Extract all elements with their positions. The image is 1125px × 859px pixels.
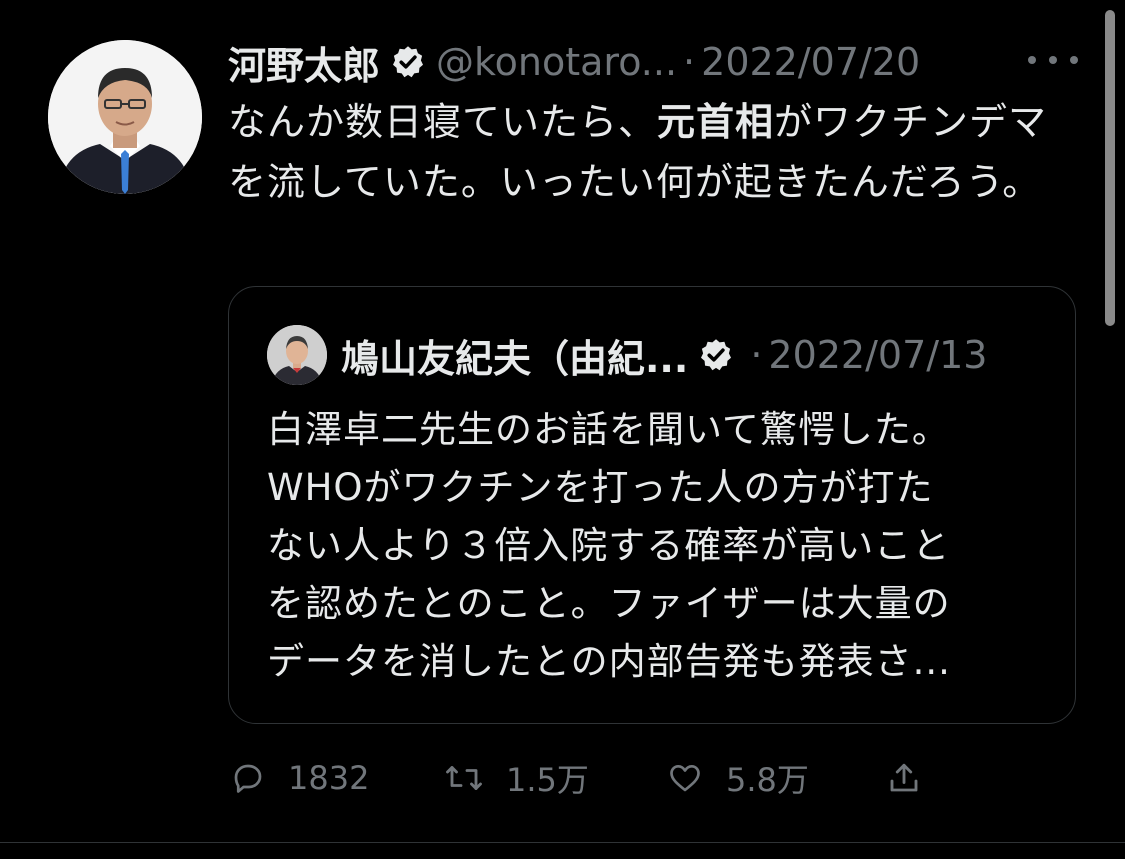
tweet-date[interactable]: 2022/07/20 bbox=[701, 40, 920, 84]
tweet-text-part1: なんか数日寝ていたら、 bbox=[228, 100, 658, 144]
quoted-separator: · bbox=[750, 333, 763, 377]
retweet-icon bbox=[446, 766, 482, 790]
scrollbar[interactable] bbox=[1105, 10, 1115, 326]
action-bar: 1832 1.5万 5.8万 bbox=[228, 750, 1008, 806]
reply-icon bbox=[234, 764, 262, 793]
retweet-count: 1.5万 bbox=[506, 761, 589, 799]
quoted-author-avatar[interactable] bbox=[267, 325, 327, 385]
reply-button[interactable]: 1832 bbox=[230, 750, 369, 806]
quoted-line: を認めたとのこと。ファイザーは大量の bbox=[267, 582, 951, 625]
quoted-line: ない人より３倍入院する確率が高いこと bbox=[267, 524, 951, 567]
quoted-tweet[interactable]: 鳩山友紀夫（由紀... · 2022/07/13 白澤卓二先生のお話を聞いて驚愕… bbox=[228, 286, 1076, 724]
like-count: 5.8万 bbox=[726, 761, 809, 799]
tweet-text: なんか数日寝ていたら、元首相がワクチンデマを流していた。いったい何が起きたんだろ… bbox=[228, 92, 1068, 212]
divider bbox=[0, 842, 1125, 843]
quoted-line: データを消したとの内部告発も発表さ... bbox=[267, 640, 951, 683]
tweet-text-bold: 元首相 bbox=[657, 100, 775, 144]
quoted-text: 白澤卓二先生のお話を聞いて驚愕した。 WHOがワクチンを打った人の方が打た ない… bbox=[267, 401, 1047, 691]
author-handle[interactable]: @konotaro... bbox=[436, 40, 677, 84]
heart-icon bbox=[670, 764, 700, 792]
quoted-date[interactable]: 2022/07/13 bbox=[768, 333, 987, 377]
header-separator: · bbox=[683, 40, 696, 84]
quoted-header: 鳩山友紀夫（由紀... · 2022/07/13 bbox=[341, 327, 1061, 383]
quoted-line: 白澤卓二先生のお話を聞いて驚愕した。 bbox=[267, 408, 950, 451]
verified-badge-icon bbox=[390, 44, 426, 80]
tweet-header: 河野太郎 @konotaro... · 2022/07/20 bbox=[228, 34, 1078, 90]
quoted-author-name[interactable]: 鳩山友紀夫（由紀... bbox=[341, 328, 688, 383]
author-name[interactable]: 河野太郎 bbox=[228, 35, 380, 90]
retweet-button[interactable]: 1.5万 bbox=[444, 750, 589, 806]
more-options-icon[interactable] bbox=[1028, 42, 1078, 78]
author-avatar[interactable] bbox=[48, 40, 202, 194]
reply-count: 1832 bbox=[288, 759, 370, 797]
share-icon bbox=[890, 763, 918, 792]
quoted-line: WHOがワクチンを打った人の方が打た bbox=[267, 466, 934, 509]
like-button[interactable]: 5.8万 bbox=[666, 750, 809, 806]
verified-badge-icon bbox=[698, 337, 734, 373]
share-button[interactable] bbox=[886, 750, 922, 806]
